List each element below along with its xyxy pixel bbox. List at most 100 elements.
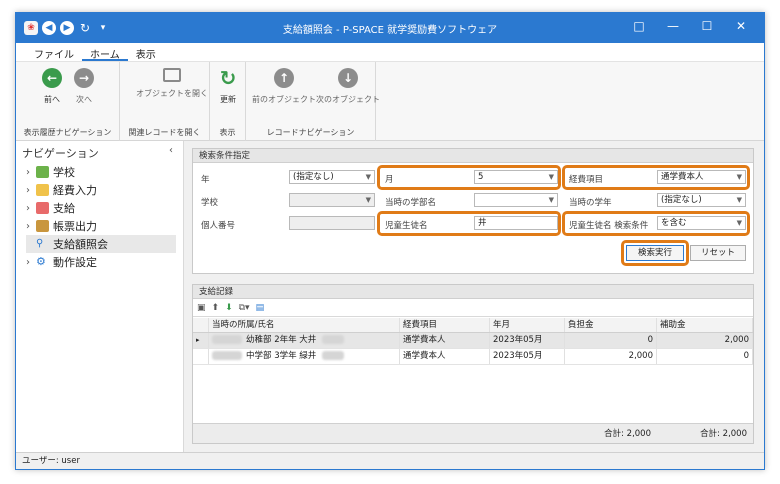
ribbon-group-related: オブジェクトを開く 関連レコードを開く bbox=[120, 62, 210, 141]
copy-icon[interactable]: ⧉▾ bbox=[239, 303, 250, 313]
total-subsidy: 合計: 2,000 bbox=[700, 429, 747, 439]
search-icon: ⚲ bbox=[36, 238, 44, 249]
grade-select[interactable]: (指定なし) ▼ bbox=[657, 193, 746, 207]
chevron-right-icon[interactable]: › bbox=[26, 221, 36, 232]
nav-item-school[interactable]: › 学校 bbox=[26, 163, 176, 181]
menu-bar: ファイル ホーム 表示 bbox=[16, 43, 764, 61]
redacted-text bbox=[322, 335, 345, 344]
title-bar: ❀ ◀ ▶ ↻ ▾ 支給額照会 - P-SPACE 就学奨励費ソフトウェア □ … bbox=[16, 13, 764, 43]
open-object-label: オブジェクトを開く bbox=[136, 89, 208, 98]
arrow-right-icon: → bbox=[74, 68, 94, 88]
prev-button[interactable]: ← 前へ bbox=[42, 68, 62, 105]
close-button[interactable]: ✕ bbox=[724, 19, 758, 33]
table-row[interactable]: ▸ 幼稚部 2年年 大井 通学費本人 2023年05月 0 2,000 bbox=[193, 333, 753, 349]
refresh-icon: ↻ bbox=[219, 66, 237, 90]
minimize-button[interactable]: — bbox=[656, 19, 690, 33]
window-icon bbox=[163, 68, 181, 82]
redacted-text bbox=[212, 351, 242, 360]
column-header-burden[interactable]: 負担金 bbox=[565, 318, 657, 332]
cell-expense-item: 通学費本人 bbox=[400, 349, 490, 364]
search-panel: 検索条件指定 年 (指定なし) ▼ 月 5 ▼ 経費項目 通学費本人 ▼ 学校 ▼ 当… bbox=[192, 148, 754, 274]
collapse-nav-button[interactable]: ‹ bbox=[169, 145, 173, 156]
grade-label: 当時の学年 bbox=[569, 198, 612, 208]
table-row[interactable]: 中学部 3学年 緑井 通学費本人 2023年05月 2,000 0 bbox=[193, 349, 753, 365]
chevron-right-icon[interactable]: › bbox=[26, 167, 36, 178]
arrow-up-icon: ↑ bbox=[274, 68, 294, 88]
arrow-down-icon[interactable]: ⬇ bbox=[225, 303, 233, 313]
ribbon-group-records: ↑ 前のオブジェクト ↓ 次のオブジェクト レコードナビゲーション bbox=[246, 62, 380, 141]
dropdown-arrow-icon: ▼ bbox=[736, 219, 742, 227]
nav-item-expense-input[interactable]: › 経費入力 bbox=[26, 181, 176, 199]
department-select[interactable]: ▼ bbox=[474, 193, 558, 207]
student-name-input[interactable]: 井 bbox=[474, 216, 558, 230]
prev-object-button[interactable]: ↑ 前のオブジェクト bbox=[252, 68, 316, 105]
nav-item-payment[interactable]: › 支給 bbox=[26, 199, 176, 217]
cell-month: 2023年05月 bbox=[490, 349, 565, 364]
school-label: 学校 bbox=[201, 198, 219, 208]
cell-subsidy: 0 bbox=[657, 349, 753, 364]
row-indicator-icon: ▸ bbox=[193, 333, 209, 348]
next-button[interactable]: → 次へ bbox=[74, 68, 94, 105]
name-condition-value: を含む bbox=[661, 218, 687, 228]
ribbon-group-label: 関連レコードを開く bbox=[128, 128, 201, 137]
refresh-button[interactable]: ↻ 更新 bbox=[218, 66, 238, 105]
window-controls: □ — ☐ ✕ bbox=[622, 19, 758, 33]
column-header-subsidy[interactable]: 補助金 bbox=[657, 318, 753, 332]
restore-layout-button[interactable]: □ bbox=[622, 19, 656, 33]
next-object-label: 次のオブジェクト bbox=[316, 95, 380, 104]
app-window: ❀ ◀ ▶ ↻ ▾ 支給額照会 - P-SPACE 就学奨励費ソフトウェア □ … bbox=[15, 12, 765, 470]
results-toolbar: ▣ ⬆ ⬇ ⧉▾ ▤ bbox=[193, 299, 753, 317]
ribbon-group-history: ← 前へ → 次へ 表示履歴ナビゲーション bbox=[16, 62, 120, 141]
nav-item-report[interactable]: › 帳票出力 bbox=[26, 217, 176, 235]
school-select[interactable]: ▼ bbox=[289, 193, 375, 207]
chevron-right-icon[interactable]: › bbox=[26, 257, 36, 268]
maximize-button[interactable]: ☐ bbox=[690, 19, 724, 33]
student-name-label: 児童生徒名 bbox=[385, 221, 428, 231]
year-select[interactable]: (指定なし) ▼ bbox=[289, 170, 375, 184]
dropdown-arrow-icon: ▼ bbox=[548, 196, 554, 204]
dropdown-arrow-icon: ▼ bbox=[365, 196, 371, 204]
cell-burden: 2,000 bbox=[565, 349, 657, 364]
department-label: 当時の学部名 bbox=[385, 198, 437, 208]
column-header-affiliation[interactable]: 当時の所属/氏名 bbox=[209, 318, 400, 332]
main-content: 検索条件指定 年 (指定なし) ▼ 月 5 ▼ 経費項目 通学費本人 ▼ 学校 ▼ 当… bbox=[184, 141, 764, 452]
menu-file[interactable]: ファイル bbox=[26, 43, 82, 61]
results-panel-title: 支給記録 bbox=[193, 285, 753, 299]
nav-item-label: 動作設定 bbox=[53, 256, 97, 269]
column-header-month[interactable]: 年月 bbox=[490, 318, 565, 332]
redacted-text bbox=[322, 351, 345, 360]
reset-button[interactable]: リセット bbox=[690, 245, 746, 261]
ribbon: ← 前へ → 次へ 表示履歴ナビゲーション オブジェクトを開く 関連レコードを開… bbox=[16, 61, 764, 141]
chevron-right-icon[interactable]: › bbox=[26, 185, 36, 196]
arrow-up-icon[interactable]: ⬆ bbox=[212, 303, 220, 313]
open-object-button[interactable]: オブジェクトを開く bbox=[136, 68, 208, 99]
refresh-label: 更新 bbox=[220, 95, 236, 104]
personal-number-input[interactable] bbox=[289, 216, 375, 230]
month-select[interactable]: 5 ▼ bbox=[474, 170, 558, 184]
student-name-value: 井 bbox=[478, 218, 487, 228]
menu-home[interactable]: ホーム bbox=[82, 43, 128, 61]
next-object-button[interactable]: ↓ 次のオブジェクト bbox=[316, 68, 380, 105]
month-value: 5 bbox=[478, 172, 484, 182]
name-condition-select[interactable]: を含む ▼ bbox=[657, 216, 746, 230]
ribbon-group-label: レコードナビゲーション bbox=[266, 128, 355, 137]
next-label: 次へ bbox=[76, 95, 92, 104]
nav-item-label: 支給 bbox=[53, 202, 75, 215]
ribbon-group-label: 表示履歴ナビゲーション bbox=[23, 128, 112, 137]
nav-item-settings[interactable]: › ⚙ 動作設定 bbox=[26, 253, 176, 271]
column-header-expense-item[interactable]: 経費項目 bbox=[400, 318, 490, 332]
nav-title: ナビゲーション bbox=[22, 147, 99, 160]
prev-object-label: 前のオブジェクト bbox=[252, 95, 316, 104]
search-button[interactable]: 検索実行 bbox=[626, 245, 684, 261]
grid-header: 当時の所属/氏名 経費項目 年月 負担金 補助金 bbox=[193, 318, 753, 333]
nav-item-payment-inquiry[interactable]: ⚲ 支給額照会 bbox=[26, 235, 176, 253]
export-icon[interactable]: ▤ bbox=[256, 303, 265, 313]
menu-view[interactable]: 表示 bbox=[128, 43, 164, 61]
cell-expense-item: 通学費本人 bbox=[400, 333, 490, 348]
window-icon[interactable]: ▣ bbox=[197, 303, 206, 313]
school-icon bbox=[36, 166, 49, 178]
expense-item-select[interactable]: 通学費本人 ▼ bbox=[657, 170, 746, 184]
name-condition-label: 児童生徒名 検索条件 bbox=[569, 221, 649, 231]
chevron-right-icon[interactable]: › bbox=[26, 203, 36, 214]
nav-item-label: 支給額照会 bbox=[53, 238, 108, 251]
